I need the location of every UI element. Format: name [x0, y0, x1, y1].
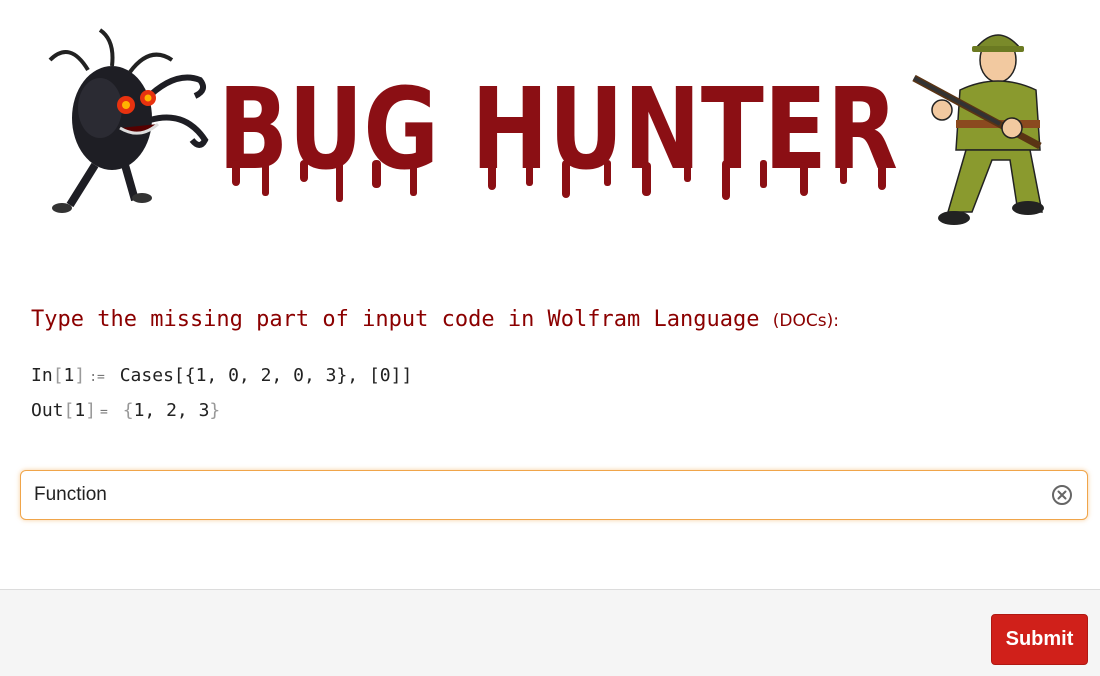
answer-input[interactable]: [21, 471, 1021, 519]
out-label: Out[1]: [31, 400, 97, 421]
out-expression: 1, 2, 3: [133, 400, 210, 421]
out-separator: =: [100, 405, 108, 420]
docs-wrapper: (DOCs):: [773, 311, 839, 331]
clear-circle-icon[interactable]: [1051, 484, 1073, 506]
banner-title: BUG HUNTER: [218, 65, 898, 195]
out-open-brace: {: [122, 400, 134, 421]
submit-button[interactable]: Submit: [991, 614, 1088, 665]
banner: BUG HUNTER: [0, 0, 1100, 240]
banner-graphic: BUG HUNTER: [48, 28, 1044, 225]
rifle-hunter-icon: [912, 34, 1044, 225]
in-expression: Cases[{1, 0, 2, 0, 3}, [0]]: [119, 365, 413, 386]
docs-link[interactable]: DOCs: [779, 311, 826, 331]
in-label: In[1]: [31, 365, 86, 386]
question-prompt: Type the missing part of input code in W…: [31, 307, 839, 332]
code-input-line: In[1]:= Cases[{1, 0, 2, 0, 3}, [0]]: [31, 365, 412, 386]
in-separator: :=: [89, 370, 105, 385]
answer-field: [20, 470, 1088, 520]
prompt-text: Type the missing part of input code in W…: [31, 307, 760, 332]
docs-close-paren: ):: [826, 311, 839, 331]
code-output-line: Out[1] = {1, 2, 3}: [31, 400, 220, 421]
bug-monster-icon: [48, 28, 209, 213]
out-close-brace: }: [209, 400, 221, 421]
footer-bar: Submit: [0, 589, 1100, 676]
